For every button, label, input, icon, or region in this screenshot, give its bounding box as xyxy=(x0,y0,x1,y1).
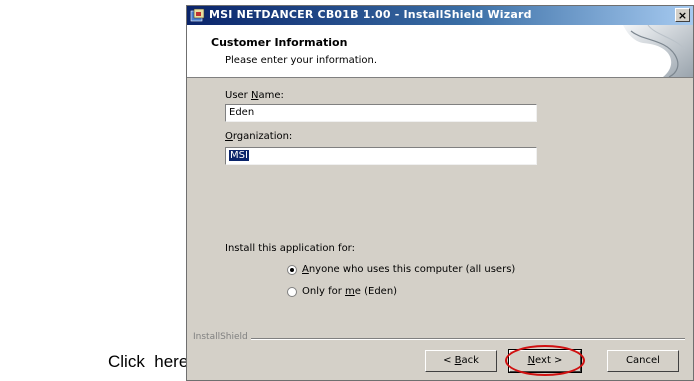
banner-curl-graphic xyxy=(623,25,693,77)
radio-only-me-accesskey: m xyxy=(345,286,355,297)
user-name-label-prefix: User xyxy=(225,90,251,101)
user-name-input[interactable]: Eden xyxy=(225,104,537,122)
back-button-prefix: < xyxy=(443,355,455,366)
back-button[interactable]: < Back xyxy=(425,350,497,372)
close-button[interactable]: × xyxy=(675,8,690,22)
organization-label: Organization: xyxy=(225,131,292,142)
radio-only-me-label: Only for me (Eden) xyxy=(302,286,397,297)
user-name-label-suffix: ame: xyxy=(258,90,284,101)
organization-value: MSI xyxy=(229,150,249,161)
installer-app-icon xyxy=(190,8,205,22)
title-bar[interactable]: MSI NETDANCER CB01B 1.00 - InstallShield… xyxy=(187,6,693,25)
back-button-accesskey: B xyxy=(454,355,462,366)
page-heading: Customer Information xyxy=(211,36,348,49)
radio-only-me-button[interactable] xyxy=(287,287,297,297)
window-title: MSI NETDANCER CB01B 1.00 - InstallShield… xyxy=(209,8,532,21)
header-panel: Customer Information Please enter your i… xyxy=(187,25,693,78)
organization-input[interactable]: MSI xyxy=(225,147,537,165)
install-for-label: Install this application for: xyxy=(225,243,355,254)
radio-all-users-accesskey: A xyxy=(302,264,309,275)
installer-window: MSI NETDANCER CB01B 1.00 - InstallShield… xyxy=(186,5,694,381)
page-subheading: Please enter your information. xyxy=(225,55,378,66)
next-button-suffix: ext > xyxy=(535,355,563,366)
callout-label: Click here xyxy=(108,352,189,371)
installshield-brand: InstallShield xyxy=(193,332,248,342)
next-button-accesskey: N xyxy=(527,355,536,366)
organization-label-suffix: rganization: xyxy=(232,131,293,142)
user-name-label: User Name: xyxy=(225,90,284,101)
radio-only-me-prefix: Only for xyxy=(302,286,346,297)
footer-separator: InstallShield xyxy=(193,332,689,344)
radio-all-users-text: nyone who uses this computer (all users) xyxy=(308,264,516,275)
cancel-button[interactable]: Cancel xyxy=(607,350,679,372)
radio-all-users-button[interactable] xyxy=(287,265,297,275)
user-name-value: Eden xyxy=(229,107,255,118)
separator-line xyxy=(251,338,685,340)
back-button-suffix: ack xyxy=(461,355,479,366)
organization-label-accesskey: O xyxy=(225,131,233,142)
radio-only-me-text: e (Eden) xyxy=(354,286,398,297)
next-button[interactable]: Next > xyxy=(508,349,582,373)
radio-all-users-label: Anyone who uses this computer (all users… xyxy=(302,264,515,275)
